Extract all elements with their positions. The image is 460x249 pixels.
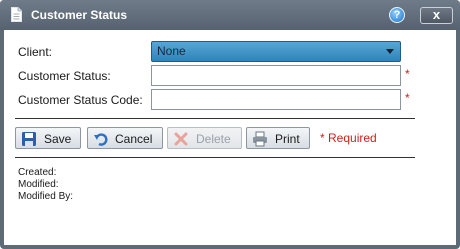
print-button-label: Print xyxy=(275,132,300,146)
customer-status-label: Customer Status: xyxy=(18,69,111,83)
printer-icon xyxy=(253,131,267,147)
help-button[interactable]: ? xyxy=(389,7,405,23)
dialog-titlebar[interactable]: Customer Status ? x xyxy=(0,0,460,30)
delete-x-icon xyxy=(174,132,188,146)
customer-status-input[interactable] xyxy=(151,65,401,86)
cancel-button-label: Cancel xyxy=(115,132,153,146)
client-select[interactable]: None xyxy=(151,41,401,62)
close-button[interactable]: x xyxy=(420,7,453,24)
modified-by-label: Modified By: xyxy=(18,191,74,202)
customer-status-code-input[interactable] xyxy=(151,89,401,110)
customer-status-required-marker: * xyxy=(405,67,410,81)
divider-top xyxy=(15,118,415,119)
customer-status-code-required-marker: * xyxy=(405,91,410,105)
print-button[interactable]: Print xyxy=(246,127,310,149)
save-button-label: Save xyxy=(44,132,72,146)
client-label: Client: xyxy=(18,45,53,59)
dialog-title: Customer Status xyxy=(31,8,128,22)
divider-bottom xyxy=(15,157,415,158)
save-button[interactable]: Save xyxy=(15,127,81,149)
modified-label: Modified: xyxy=(18,179,59,190)
client-select-value: None xyxy=(157,44,186,58)
created-label: Created: xyxy=(18,167,57,178)
undo-icon xyxy=(94,133,108,146)
delete-button-label: Delete xyxy=(196,132,231,146)
customer-status-code-label: Customer Status Code: xyxy=(18,93,143,107)
required-note: * Required xyxy=(320,131,377,145)
dialog-body: Client: None Customer Status: * Customer… xyxy=(4,30,456,245)
save-icon xyxy=(22,132,36,146)
document-icon xyxy=(11,7,22,22)
chevron-down-icon[interactable] xyxy=(386,49,394,54)
cancel-button[interactable]: Cancel xyxy=(87,127,163,149)
delete-button[interactable]: Delete xyxy=(167,127,242,149)
customer-status-dialog: Customer Status ? x Client: None Custome… xyxy=(0,0,460,249)
